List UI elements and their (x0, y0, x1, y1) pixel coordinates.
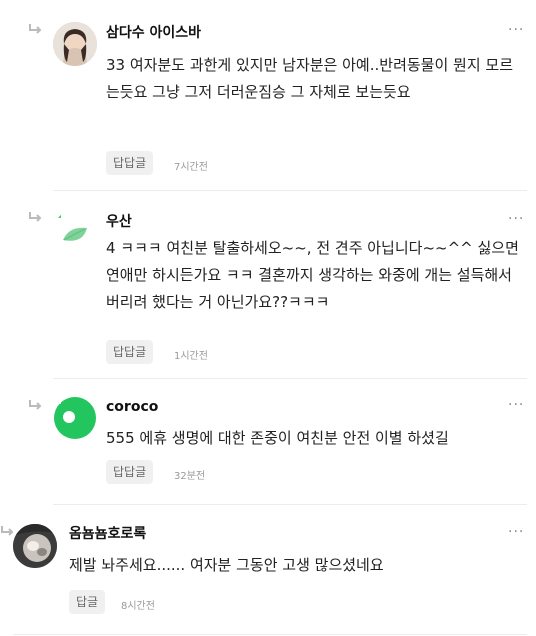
green-circle-icon[interactable] (53, 396, 97, 440)
comment-text: 4 ㅋㅋㅋ 여친분 탈출하세오~~, 전 견주 아닙니다~~^^ 싫으면 연애만… (106, 239, 519, 311)
comment-item: 우산 ··· 4 ㅋㅋㅋ 여친분 탈출하세오~~, 전 견주 아닙니다~~^^ … (0, 190, 536, 378)
comment-item: 옴뇸뇸호로록 ··· 제발 놔주세요...... 여자분 그동안 고생 많으셨네… (0, 504, 536, 634)
reply-arrow-icon (29, 400, 42, 410)
username[interactable]: 우산 (106, 211, 132, 231)
reply-button[interactable]: 답답글 (106, 151, 154, 175)
reply-arrow-icon (29, 212, 42, 222)
reply-button[interactable]: 답답글 (106, 340, 154, 364)
more-options-icon[interactable]: ··· (508, 211, 524, 227)
more-options-icon[interactable]: ··· (508, 397, 524, 413)
timestamp: 8시간전 (121, 601, 155, 612)
leaf-icon[interactable] (53, 210, 97, 254)
more-options-icon[interactable]: ··· (508, 524, 524, 540)
comment-item: coroco ··· 555 에휴 생명에 대한 존중이 여친분 안전 이별 하… (0, 378, 536, 504)
username[interactable]: 옴뇸뇸호로록 (69, 523, 146, 543)
avatar[interactable] (53, 22, 97, 66)
comment-text: 제발 놔주세요...... 여자분 그동안 고생 많으셨네요 (69, 556, 384, 574)
comment-text: 33 여자분도 과한게 있지만 남자분은 아예..반려동물이 뭔지 모르는듯요 … (106, 56, 514, 101)
username[interactable]: coroco (106, 399, 158, 415)
reply-arrow-icon (1, 526, 14, 536)
comment-text: 555 에휴 생명에 대한 존중이 여친분 안전 이별 하셨길 (106, 429, 449, 447)
avatar[interactable] (13, 524, 57, 568)
timestamp: 32분전 (174, 471, 206, 482)
comment-item: 삼다수 아이스바 ··· 33 여자분도 과한게 있지만 남자분은 아예..반려… (0, 0, 536, 190)
divider (13, 634, 527, 635)
timestamp: 7시간전 (174, 162, 208, 173)
username[interactable]: 삼다수 아이스바 (106, 22, 201, 42)
timestamp: 1시간전 (174, 351, 208, 362)
reply-button[interactable]: 답답글 (106, 460, 154, 484)
reply-button[interactable]: 답글 (69, 590, 106, 614)
more-options-icon[interactable]: ··· (508, 22, 524, 38)
reply-arrow-icon (29, 24, 42, 34)
